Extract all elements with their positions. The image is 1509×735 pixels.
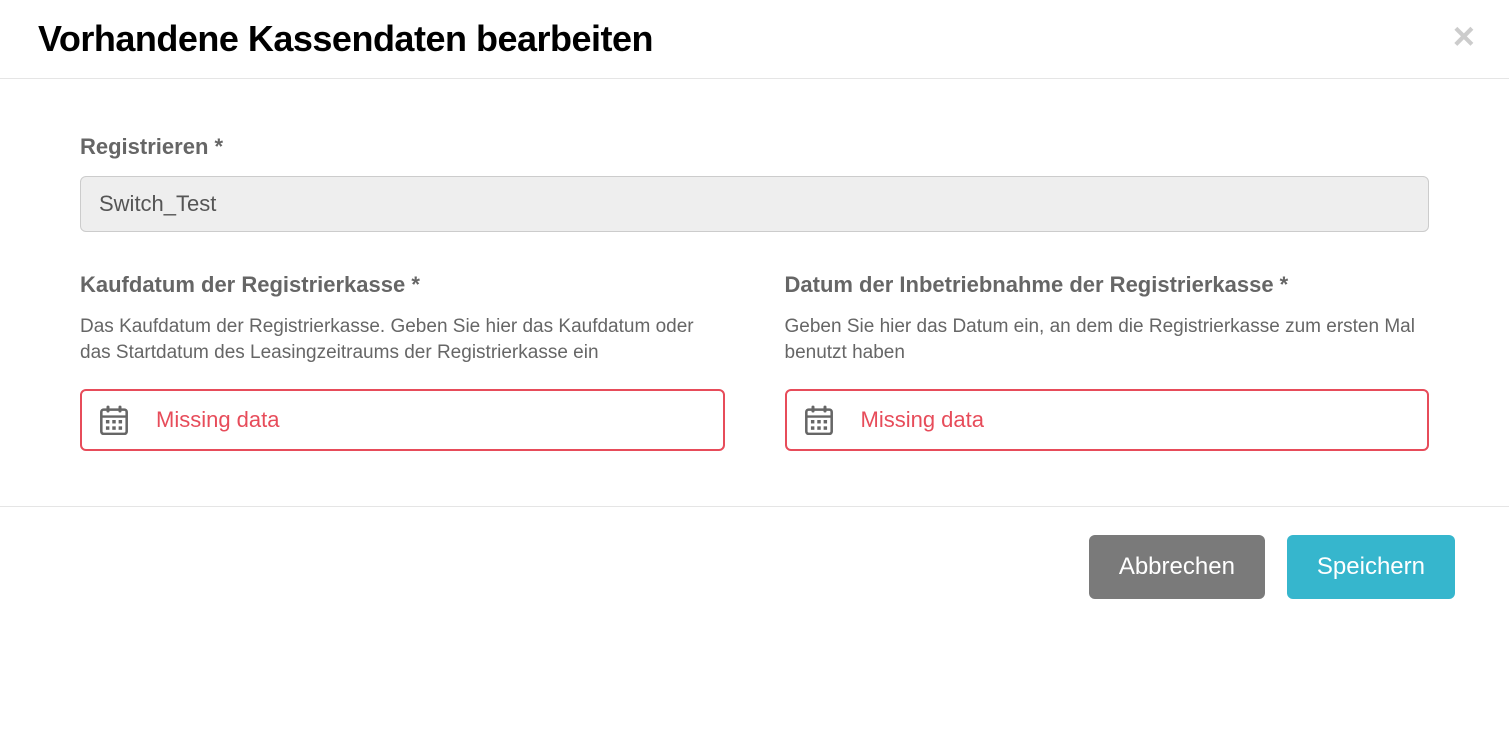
calendar-icon: [100, 405, 128, 435]
commissioning-date-label: Datum der Inbetriebnahme der Registrierk…: [785, 272, 1430, 298]
commissioning-date-input[interactable]: Missing data: [785, 389, 1430, 451]
purchase-date-input[interactable]: Missing data: [80, 389, 725, 451]
register-field-group: Registrieren *: [80, 134, 1429, 232]
purchase-date-column: Kaufdatum der Registrierkasse * Das Kauf…: [80, 272, 725, 451]
commissioning-date-column: Datum der Inbetriebnahme der Registrierk…: [785, 272, 1430, 451]
purchase-date-help: Das Kaufdatum der Registrierkasse. Geben…: [80, 314, 725, 365]
modal-footer: Abbrechen Speichern: [0, 506, 1509, 609]
register-label: Registrieren *: [80, 134, 1429, 160]
commissioning-date-help: Geben Sie hier das Datum ein, an dem die…: [785, 314, 1430, 365]
modal-title: Vorhandene Kassendaten bearbeiten: [38, 18, 653, 60]
date-fields-row: Kaufdatum der Registrierkasse * Das Kauf…: [80, 272, 1429, 451]
cancel-button[interactable]: Abbrechen: [1089, 535, 1265, 599]
save-button[interactable]: Speichern: [1287, 535, 1455, 599]
modal-header: Vorhandene Kassendaten bearbeiten ×: [0, 0, 1509, 79]
commissioning-date-placeholder: Missing data: [861, 407, 985, 433]
modal-body: Registrieren * Kaufdatum der Registrierk…: [0, 79, 1509, 506]
close-button[interactable]: ×: [1447, 18, 1481, 56]
close-icon: ×: [1453, 16, 1475, 58]
purchase-date-label: Kaufdatum der Registrierkasse *: [80, 272, 725, 298]
calendar-icon: [805, 405, 833, 435]
purchase-date-placeholder: Missing data: [156, 407, 280, 433]
register-input: [80, 176, 1429, 232]
